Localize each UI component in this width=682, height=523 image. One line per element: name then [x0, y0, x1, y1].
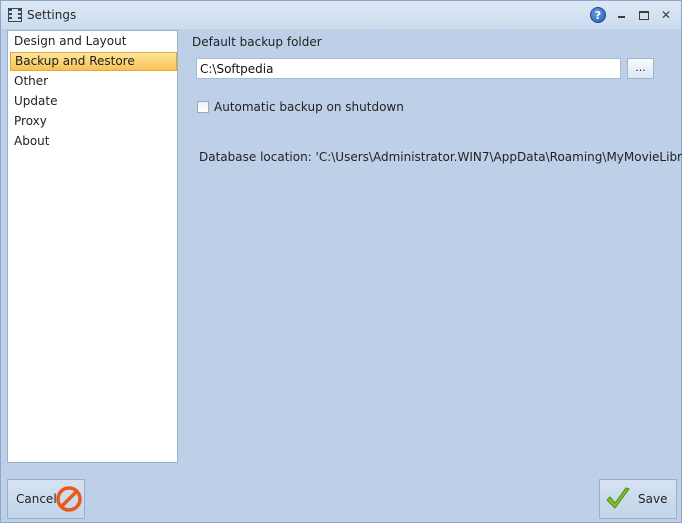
- backup-folder-input[interactable]: [196, 58, 621, 79]
- save-button-label: Save: [638, 492, 668, 506]
- settings-category-list: Design and Layout Backup and Restore Oth…: [7, 30, 178, 463]
- auto-backup-label[interactable]: Automatic backup on shutdown: [214, 100, 404, 114]
- maximize-icon[interactable]: [637, 8, 651, 22]
- sidebar-item-update[interactable]: Update: [10, 92, 177, 111]
- window-title: Settings: [27, 8, 77, 22]
- sidebar-item-about[interactable]: About: [10, 132, 177, 151]
- sidebar-item-other[interactable]: Other: [10, 72, 177, 91]
- cancel-button[interactable]: Cancel: [7, 479, 85, 519]
- sidebar-item-design-and-layout[interactable]: Design and Layout: [10, 32, 177, 51]
- database-location-text: Database location: 'C:\Users\Administrat…: [199, 150, 682, 164]
- checkmark-icon: [606, 487, 630, 509]
- no-entry-icon: [56, 486, 82, 512]
- backup-folder-label: Default backup folder: [192, 35, 322, 49]
- browse-folder-button[interactable]: ...: [627, 58, 654, 79]
- help-icon[interactable]: ?: [590, 7, 606, 23]
- minimize-icon[interactable]: [615, 8, 629, 22]
- sidebar-item-proxy[interactable]: Proxy: [10, 112, 177, 131]
- film-icon: [8, 8, 22, 22]
- save-button[interactable]: Save: [599, 479, 677, 519]
- close-icon[interactable]: ✕: [659, 8, 673, 22]
- cancel-button-label: Cancel: [16, 492, 57, 506]
- sidebar-item-backup-and-restore[interactable]: Backup and Restore: [10, 52, 177, 71]
- settings-window: Settings ? ✕ Design and Layout Backup an…: [0, 0, 682, 523]
- title-bar[interactable]: Settings ? ✕: [1, 1, 681, 29]
- auto-backup-checkbox[interactable]: [197, 101, 209, 113]
